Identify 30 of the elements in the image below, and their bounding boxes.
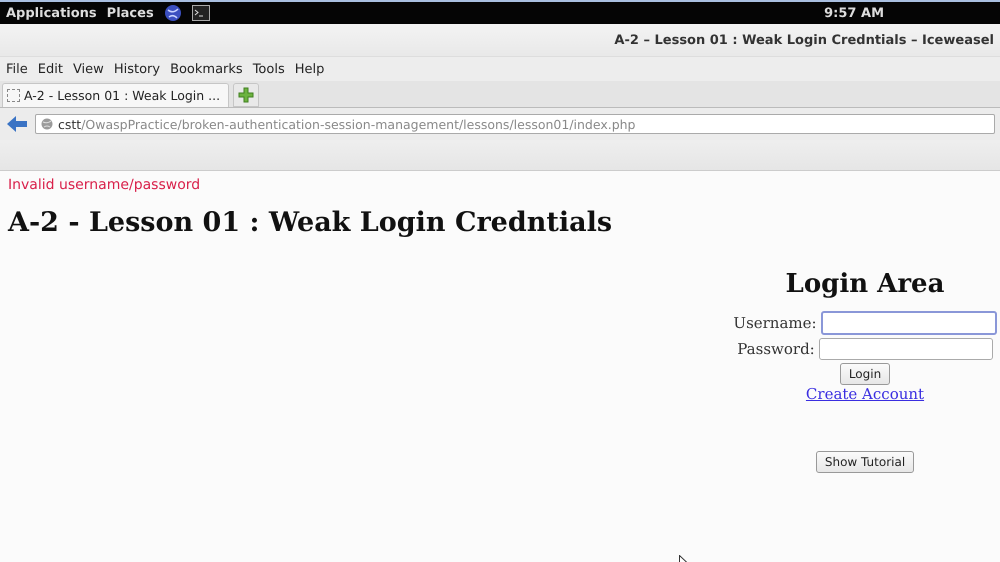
page-heading: A-2 - Lesson 01 : Weak Login Credntials — [8, 207, 614, 238]
globe-icon[interactable] — [164, 4, 182, 22]
panel-menu[interactable]: Applications — [6, 6, 97, 20]
browser-tab[interactable]: A-2 - Lesson 01 : Weak Login ... — [2, 83, 230, 107]
new-tab-button[interactable] — [233, 83, 260, 107]
menu-item[interactable]: Tools — [252, 62, 285, 76]
menu-item[interactable]: File — [6, 62, 28, 76]
menu-item[interactable]: View — [72, 62, 104, 76]
show-tutorial-button[interactable]: Show Tutorial — [816, 451, 914, 473]
panel-menu[interactable]: Places — [106, 6, 154, 20]
back-arrow-icon[interactable] — [7, 116, 27, 132]
clock: 9:57 AM — [824, 6, 884, 20]
login-title: Login Area — [786, 269, 944, 299]
username-field[interactable] — [820, 311, 997, 335]
menu-item[interactable]: Edit — [38, 62, 63, 76]
menu-item[interactable]: Bookmarks — [170, 62, 243, 76]
error-message: Invalid username/password — [8, 177, 202, 193]
address-bar[interactable]: cstt/OwaspPractice/broken-authentication-session-management/lessons/lesson01/index.php — [35, 114, 995, 134]
login-button[interactable]: Login — [840, 363, 890, 385]
menu-item[interactable]: History — [114, 62, 160, 76]
page-icon — [7, 89, 20, 102]
plus-icon — [238, 87, 254, 103]
window-title: A-2 – Lesson 01 : Weak Login Credntials – Iceweasel — [614, 32, 994, 48]
terminal-icon[interactable] — [192, 5, 210, 21]
menu-item[interactable]: Help — [294, 62, 324, 76]
create-account-link[interactable]: Create Account — [806, 385, 924, 403]
password-field[interactable] — [818, 338, 993, 360]
field-label: Password: — [737, 340, 815, 358]
field-label: Username: — [733, 314, 817, 332]
globe-icon — [41, 118, 53, 130]
